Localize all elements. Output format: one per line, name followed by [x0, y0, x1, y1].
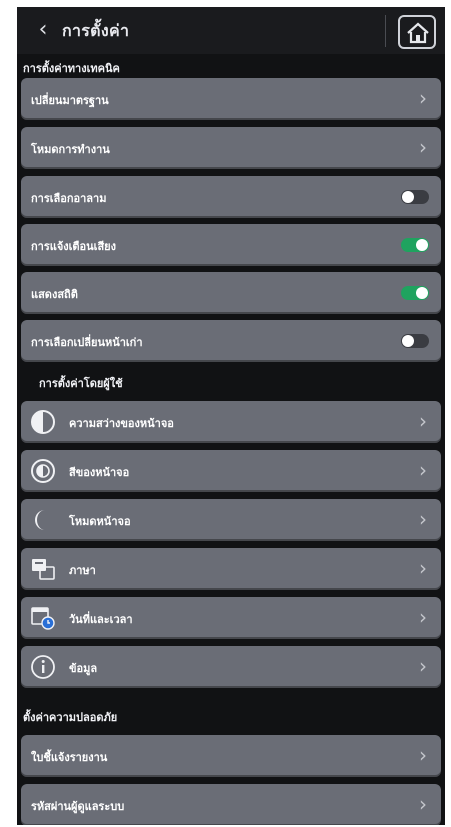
back-button[interactable]: ‹ [30, 17, 56, 43]
row-label: โหมดการทำงาน [31, 143, 110, 156]
section-user: การตั้งค่าโดยผู้ใช้ [39, 377, 123, 390]
chevron-right-icon: › [419, 409, 427, 433]
row-label: สีของหน้าจอ [69, 466, 130, 479]
row-screen-mode[interactable]: โหมดหน้าจอ › [21, 499, 441, 541]
sound-alert-toggle[interactable] [401, 238, 429, 252]
toggle-knob [402, 335, 414, 347]
toggle-knob [416, 239, 428, 251]
palette-icon [31, 459, 55, 483]
row-label: แสดงสถิติ [31, 288, 78, 301]
section-technical: การตั้งค่าทางเทคนิค [23, 62, 120, 75]
home-icon [407, 22, 429, 44]
row-label: เปลี่ยนมาตรฐาน [31, 94, 109, 107]
chevron-right-icon: › [419, 135, 427, 159]
chevron-right-icon: › [419, 556, 427, 580]
toggle-knob [416, 287, 428, 299]
alarm-toggle[interactable] [401, 190, 429, 204]
row-label: โหมดหน้าจอ [69, 515, 131, 528]
moon-icon [35, 510, 45, 530]
row-info[interactable]: ข้อมูล › [21, 646, 441, 688]
chevron-right-icon: › [419, 86, 427, 110]
row-label: การแจ้งเตือนเสียง [31, 240, 116, 253]
row-label: ความสว่างของหน้าจอ [69, 417, 174, 430]
row-language[interactable]: ภาษา › [21, 548, 441, 590]
chevron-left-icon: ‹ [38, 17, 48, 42]
row-label: ใบชี้แจ้งรายงาน [31, 751, 108, 764]
row-alarm: การเลือกอาลาม [21, 176, 441, 218]
toggle-knob [402, 191, 414, 203]
row-report[interactable]: ใบชี้แจ้งรายงาน › [21, 735, 441, 777]
home-button[interactable] [398, 15, 436, 49]
show-stats-toggle[interactable] [401, 286, 429, 300]
row-show-stats: แสดงสถิติ [21, 272, 441, 314]
row-date-time[interactable]: วันที่และเวลา › [21, 597, 441, 639]
calendar-clock-icon [31, 607, 55, 630]
chevron-right-icon: › [419, 605, 427, 629]
page-title: การตั้งค่า [62, 21, 130, 40]
chevron-right-icon: › [419, 792, 427, 816]
row-label: วันที่และเวลา [69, 613, 133, 626]
section-security: ตั้งค่าความปลอดภัย [23, 711, 118, 724]
half-circle-icon [31, 410, 55, 434]
row-change-standard[interactable]: เปลี่ยนมาตรฐาน › [21, 78, 441, 120]
header-bar: ‹ การตั้งค่า [17, 7, 445, 54]
row-sound-alert: การแจ้งเตือนเสียง [21, 224, 441, 266]
row-brightness[interactable]: ความสว่างของหน้าจอ › [21, 401, 441, 443]
chevron-right-icon: › [419, 458, 427, 482]
row-admin-password[interactable]: รหัสผ่านผู้ดูแลระบบ › [21, 784, 441, 825]
row-label: รหัสผ่านผู้ดูแลระบบ [31, 800, 125, 813]
row-work-mode[interactable]: โหมดการทำงาน › [21, 127, 441, 169]
row-screen-color[interactable]: สีของหน้าจอ › [21, 450, 441, 492]
row-label: การเลือกเปลี่ยนหน้าเก่า [31, 336, 143, 349]
chevron-right-icon: › [419, 507, 427, 531]
settings-screen: ‹ การตั้งค่า การตั้งค่าทางเทคนิค เปลี่ยน… [17, 7, 445, 825]
row-label: การเลือกอาลาม [31, 192, 107, 205]
chevron-right-icon: › [419, 654, 427, 678]
row-label: ภาษา [69, 564, 96, 577]
language-icon [32, 559, 55, 580]
row-label: ข้อมูล [69, 662, 98, 675]
info-icon [31, 655, 55, 679]
chevron-right-icon: › [419, 743, 427, 767]
header-divider [385, 15, 386, 47]
row-page-change: การเลือกเปลี่ยนหน้าเก่า [21, 320, 441, 362]
page-change-toggle[interactable] [401, 334, 429, 348]
